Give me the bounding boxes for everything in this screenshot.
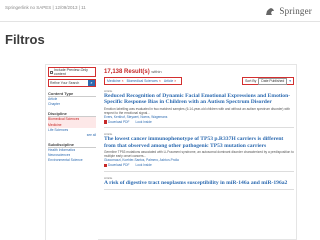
remove-filter-icon[interactable]: × bbox=[159, 79, 161, 83]
result-snippet: Germline TP53 mutations associated with … bbox=[104, 150, 294, 159]
pdf-icon bbox=[104, 120, 107, 124]
search-icon[interactable]: ⌕ bbox=[88, 80, 95, 86]
facet-content-type: Content Type Article Chapter bbox=[48, 91, 96, 107]
springer-logo: Springer bbox=[264, 6, 312, 16]
result-title[interactable]: Reduced Recognition of Dynamic Facial Em… bbox=[104, 93, 294, 106]
results-count-line: 17,138 Result(s) within bbox=[104, 68, 294, 76]
result-item: Article The lowest cancer immunophenotyp… bbox=[104, 132, 294, 172]
result-links: Download PDF Look Inside bbox=[104, 120, 294, 125]
facet-item-label: Life Sciences bbox=[48, 127, 69, 132]
look-inside-link[interactable]: Look Inside bbox=[135, 163, 151, 168]
look-inside-link[interactable]: Look Inside bbox=[135, 120, 151, 125]
result-title[interactable]: A risk of digestive tract neoplasms susc… bbox=[104, 180, 294, 186]
refine-search-input[interactable]: Refine Your Search bbox=[49, 80, 88, 86]
include-preview-checkbox[interactable] bbox=[50, 70, 53, 74]
include-preview-box: Include Preview-Only content bbox=[48, 67, 96, 77]
page-title: Filtros bbox=[5, 32, 45, 47]
sort-control: Sort By Date Published ▾ bbox=[242, 77, 294, 85]
filter-tag[interactable]: Article bbox=[164, 79, 173, 83]
chevron-down-icon[interactable]: ▾ bbox=[289, 79, 291, 83]
sort-select[interactable]: Date Published bbox=[258, 77, 288, 85]
see-all-link[interactable]: see all bbox=[48, 133, 96, 138]
results-panel: 17,138 Result(s) within Medicine × Biomed… bbox=[104, 68, 294, 191]
within-label: within bbox=[151, 69, 162, 74]
active-filters-row: Medicine × Biomedical Sciences × Article × … bbox=[104, 77, 294, 85]
download-pdf-label: Download PDF bbox=[108, 119, 130, 124]
download-pdf-label: Download PDF bbox=[108, 163, 130, 168]
result-authors[interactable]: Giacomazzi, Koehler-Santos, Palmero, Ash… bbox=[104, 158, 294, 162]
include-preview-label: Include Preview-Only content bbox=[54, 68, 88, 76]
brand-name: Springer bbox=[279, 6, 312, 16]
breadcrumb: Springerlink no SAPES | 12/09/2013 | 11 bbox=[5, 5, 86, 10]
sort-label: Sort By bbox=[245, 79, 257, 83]
download-pdf-link[interactable]: Download PDF bbox=[104, 120, 129, 125]
facet-item-label: Environmental Science bbox=[48, 157, 83, 162]
active-filters: Medicine × Biomedical Sciences × Article × bbox=[104, 77, 183, 85]
result-links: Download PDF Look Inside bbox=[104, 163, 294, 168]
include-preview-option[interactable]: Include Preview-Only content bbox=[50, 68, 94, 76]
pdf-icon bbox=[104, 163, 107, 168]
filter-sidebar: Include Preview-Only content Refine Your… bbox=[46, 65, 98, 240]
filter-tag[interactable]: Biomedical Sciences bbox=[127, 79, 158, 83]
facet-item-label: Chapter bbox=[48, 102, 61, 107]
download-pdf-link[interactable]: Download PDF bbox=[104, 163, 129, 168]
result-item: Article A risk of digestive tract neopla… bbox=[104, 176, 294, 191]
facet-subdiscipline: Subdiscipline Health Informatics Neurosc… bbox=[48, 142, 96, 164]
results-count: 17,138 Result(s) bbox=[104, 69, 150, 75]
refine-search: Refine Your Search ⌕ bbox=[48, 79, 96, 87]
result-authors[interactable]: Evers, Kerkhof, Steyaert, Noens, Wageman… bbox=[104, 115, 294, 119]
facet-item[interactable]: Chapter bbox=[48, 102, 96, 107]
result-item: Article Reduced Recognition of Dynamic F… bbox=[104, 89, 294, 129]
search-results-screenshot: Include Preview-Only content Refine Your… bbox=[45, 64, 297, 240]
horse-icon bbox=[266, 7, 275, 15]
remove-filter-icon[interactable]: × bbox=[122, 79, 124, 83]
result-snippet: Emotion labelling was evaluated in two m… bbox=[104, 106, 291, 115]
facet-discipline: Discipline Biomedical Sciences Medicine … bbox=[48, 111, 96, 137]
result-title[interactable]: The lowest cancer immunophenotype of TP5… bbox=[104, 136, 294, 149]
facet-item[interactable]: Environmental Science bbox=[48, 158, 96, 163]
top-bar: Springerlink no SAPES | 12/09/2013 | 11 … bbox=[0, 0, 320, 22]
filter-tag[interactable]: Medicine bbox=[107, 79, 121, 83]
remove-filter-icon[interactable]: × bbox=[174, 79, 176, 83]
